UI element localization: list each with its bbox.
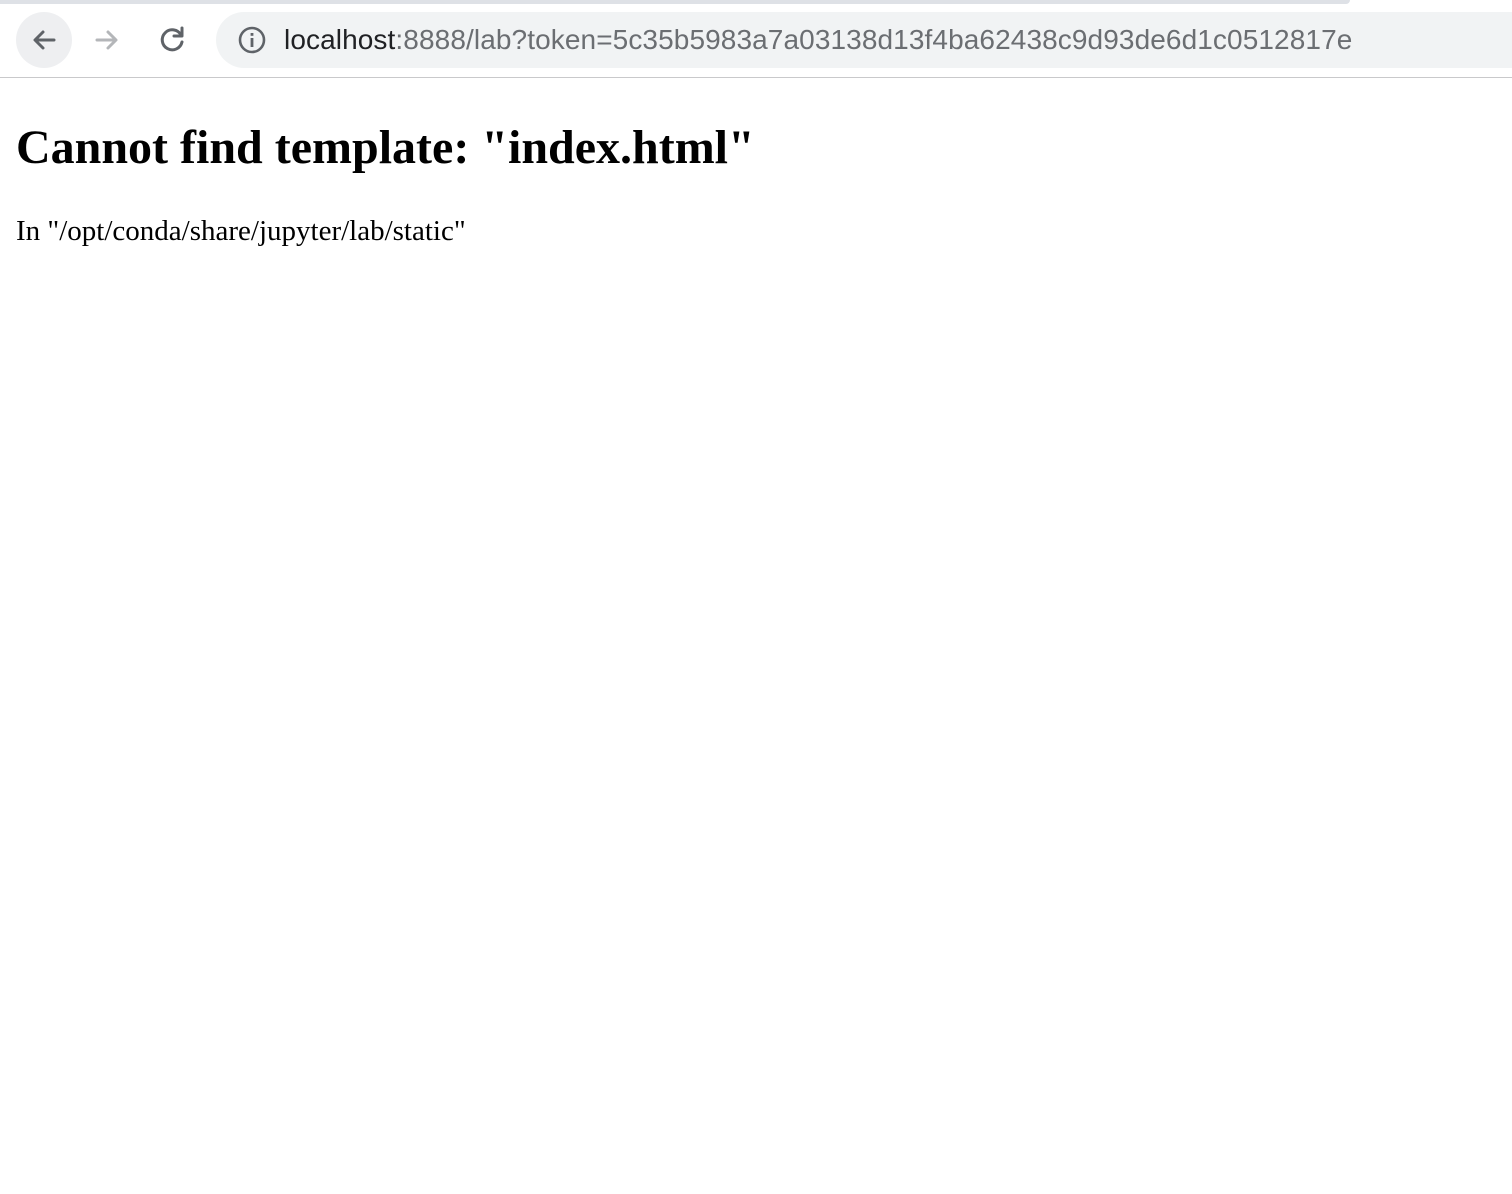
- arrow-left-icon: [33, 30, 56, 50]
- reload-button[interactable]: [144, 12, 200, 68]
- url-host: localhost: [284, 24, 396, 55]
- tab-strip-edge: [0, 0, 1350, 4]
- error-title: Cannot find template: "index.html": [16, 121, 755, 174]
- browser-toolbar: localhost:8888/lab?token=5c35b5983a7a031…: [0, 0, 1512, 78]
- error-detail: In "/opt/conda/share/jupyter/lab/static": [16, 215, 466, 247]
- arrow-right-icon: [95, 30, 118, 50]
- reload-icon: [160, 26, 184, 52]
- url-path: :8888/lab?token=5c35b5983a7a03138d13f4ba…: [395, 24, 1353, 55]
- address-bar[interactable]: localhost:8888/lab?token=5c35b5983a7a031…: [216, 12, 1512, 68]
- forward-button[interactable]: [79, 12, 135, 68]
- url-text[interactable]: localhost:8888/lab?token=5c35b5983a7a031…: [284, 12, 1352, 68]
- info-circle-icon: [238, 26, 266, 54]
- back-button[interactable]: [16, 12, 72, 68]
- site-info-button[interactable]: [236, 24, 268, 56]
